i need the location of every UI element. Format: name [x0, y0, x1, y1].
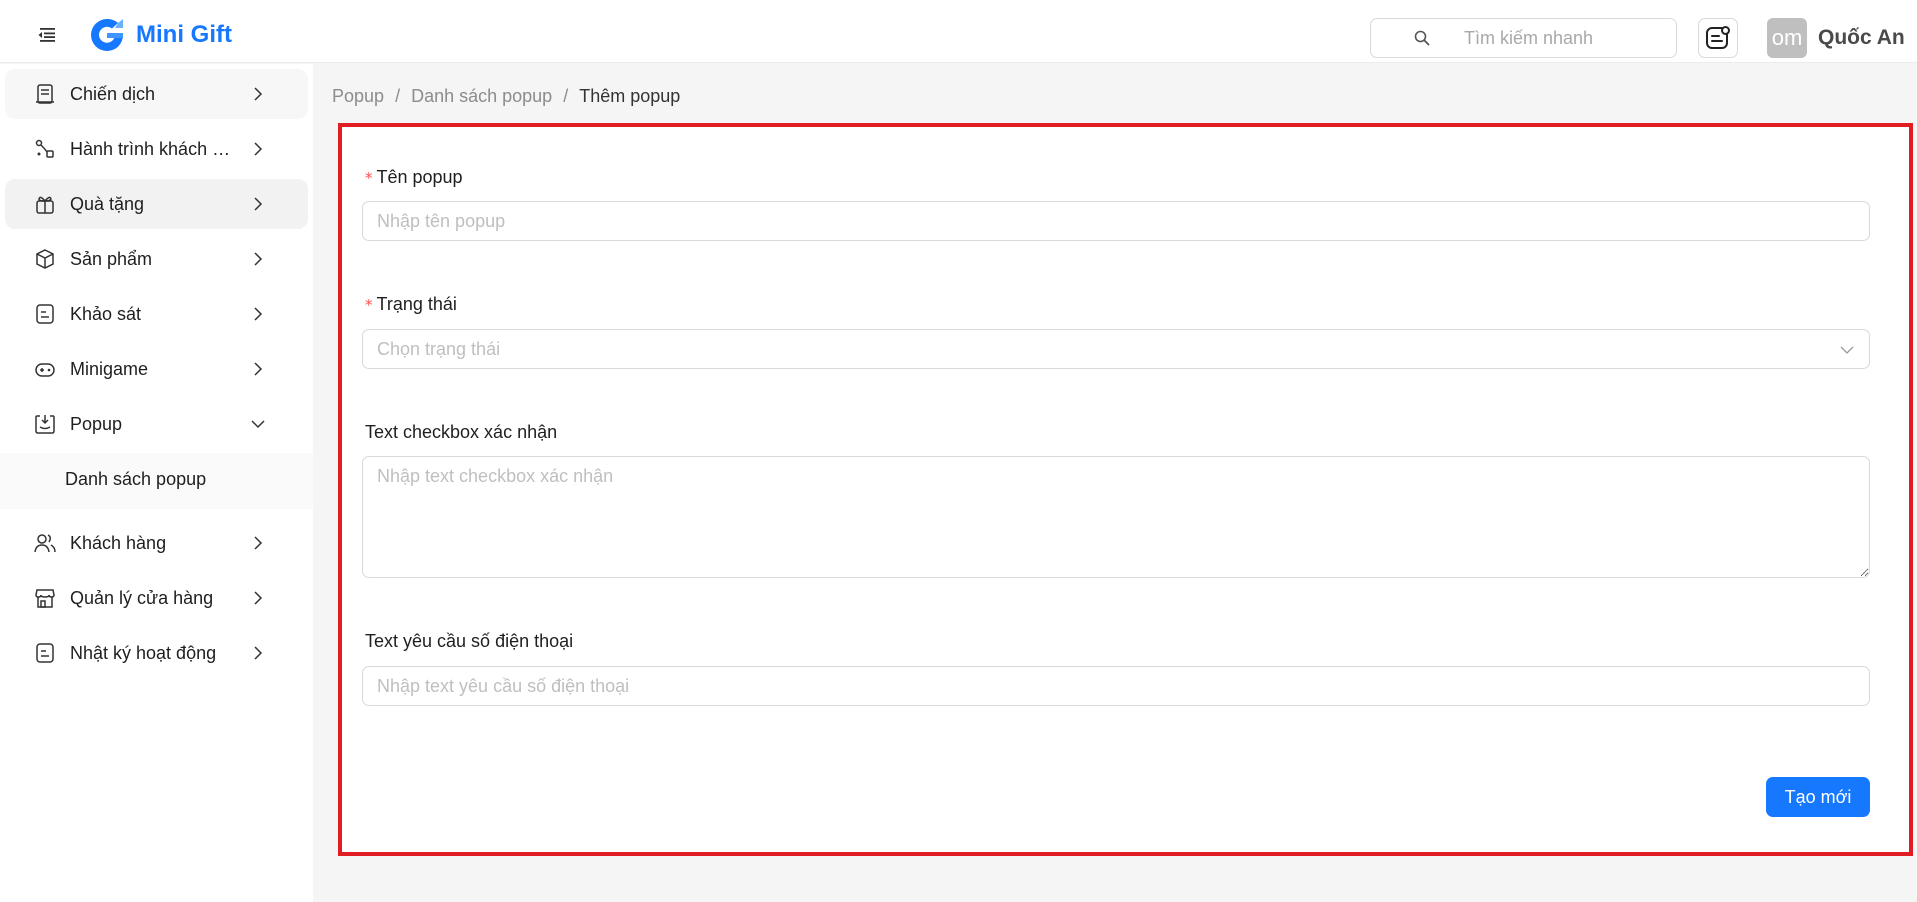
sidebar: Chiến dịch Hành trình khách hàng Quà tặn… — [0, 64, 313, 902]
sidebar-item-surveys[interactable]: Khảo sát — [5, 289, 308, 339]
gift-icon — [36, 196, 54, 214]
brand-logo-icon — [91, 18, 123, 51]
add-popup-form-card: *Tên popup *Trạng thái Chọn trạng thái T… — [338, 123, 1913, 856]
chevron-right-icon — [254, 142, 263, 156]
checkbox-text-textarea[interactable] — [362, 456, 1870, 578]
sidebar-item-label: Chiến dịch — [70, 83, 156, 104]
sidebar-item-store-management[interactable]: Quản lý cửa hàng — [5, 573, 308, 623]
popup-name-input[interactable] — [362, 201, 1870, 241]
activity-log-icon — [36, 643, 54, 663]
menu-fold-icon[interactable] — [37, 27, 57, 43]
brand-name: Mini Gift — [136, 21, 232, 48]
survey-icon — [36, 304, 54, 324]
chevron-down-icon — [1840, 346, 1854, 354]
chevron-right-icon — [254, 197, 263, 211]
status-label-text: Trạng thái — [376, 294, 457, 314]
phone-text-input[interactable] — [362, 666, 1870, 706]
user-avatar[interactable]: om — [1767, 18, 1807, 58]
sidebar-item-gifts[interactable]: Quà tặng — [5, 179, 308, 229]
sidebar-item-label: Quản lý cửa hàng — [70, 587, 214, 608]
chevron-right-icon — [254, 591, 263, 605]
search-icon — [1414, 30, 1430, 46]
breadcrumb-popup[interactable]: Popup — [332, 86, 384, 107]
breadcrumb-separator: / — [395, 86, 401, 106]
popup-name-label: * Tên popup — [365, 167, 463, 188]
create-button[interactable]: Tạo mới — [1766, 777, 1870, 817]
popup-name-label-text: Tên popup — [376, 167, 463, 187]
quick-search[interactable] — [1370, 18, 1677, 58]
sidebar-item-label: Hành trình khách hàng — [70, 138, 238, 159]
customers-icon — [34, 534, 56, 553]
sidebar-item-activity-log[interactable]: Nhật ký hoạt động — [5, 628, 308, 678]
sidebar-item-label: Khảo sát — [70, 303, 142, 324]
sidebar-item-minigame[interactable]: Minigame — [5, 344, 308, 394]
required-mark: * — [365, 169, 373, 187]
required-mark: * — [365, 296, 373, 314]
user-name[interactable]: Quốc An — [1818, 26, 1905, 50]
sidebar-item-label: Khách hàng — [70, 532, 167, 553]
status-select[interactable]: Chọn trạng thái — [362, 329, 1870, 369]
chevron-right-icon — [254, 307, 263, 321]
chevron-right-icon — [254, 362, 263, 376]
status-select-placeholder: Chọn trạng thái — [377, 338, 501, 359]
campaign-icon — [36, 84, 54, 104]
sidebar-item-campaigns[interactable]: Chiến dịch — [5, 69, 308, 119]
product-box-icon — [36, 249, 54, 269]
sidebar-subitem-popup-list[interactable]: Danh sách popup — [65, 469, 206, 490]
sidebar-item-label: Popup — [70, 413, 123, 434]
sidebar-item-customers[interactable]: Khách hàng — [5, 518, 308, 568]
chevron-right-icon — [254, 87, 263, 101]
sidebar-item-customer-journey[interactable]: Hành trình khách hàng — [5, 124, 308, 174]
checkbox-text-label: Text checkbox xác nhận — [365, 422, 558, 442]
brand-logo[interactable]: Mini Gift — [88, 16, 232, 54]
notification-button[interactable] — [1698, 18, 1738, 58]
breadcrumb: Popup / Danh sách popup / Thêm popup — [332, 86, 680, 107]
search-input[interactable] — [1464, 27, 1664, 49]
game-icon — [35, 363, 55, 377]
popup-submenu: Danh sách popup — [0, 453, 313, 509]
top-header: Mini Gift om Quốc An — [0, 0, 1917, 63]
store-icon — [35, 589, 55, 608]
chevron-down-icon — [251, 420, 265, 429]
chevron-right-icon — [254, 252, 263, 266]
sidebar-item-products[interactable]: Sản phẩm — [5, 234, 308, 284]
notification-message-icon — [1706, 26, 1730, 49]
breadcrumb-current: Thêm popup — [579, 86, 681, 106]
status-label: * Trạng thái — [365, 294, 457, 315]
breadcrumb-popup-list[interactable]: Danh sách popup — [411, 86, 552, 107]
chevron-right-icon — [254, 536, 263, 550]
sidebar-item-label: Quà tặng — [70, 193, 145, 214]
phone-text-label: Text yêu cầu số điện thoại — [365, 631, 574, 651]
breadcrumb-separator: / — [563, 86, 569, 106]
popup-icon — [35, 415, 55, 434]
sidebar-item-popup[interactable]: Popup — [5, 399, 308, 449]
sidebar-item-label: Nhật ký hoạt động — [70, 642, 217, 663]
sidebar-item-label: Minigame — [70, 358, 149, 379]
chevron-right-icon — [254, 646, 263, 660]
journey-icon — [35, 139, 54, 158]
sidebar-item-label: Sản phẩm — [70, 248, 153, 269]
